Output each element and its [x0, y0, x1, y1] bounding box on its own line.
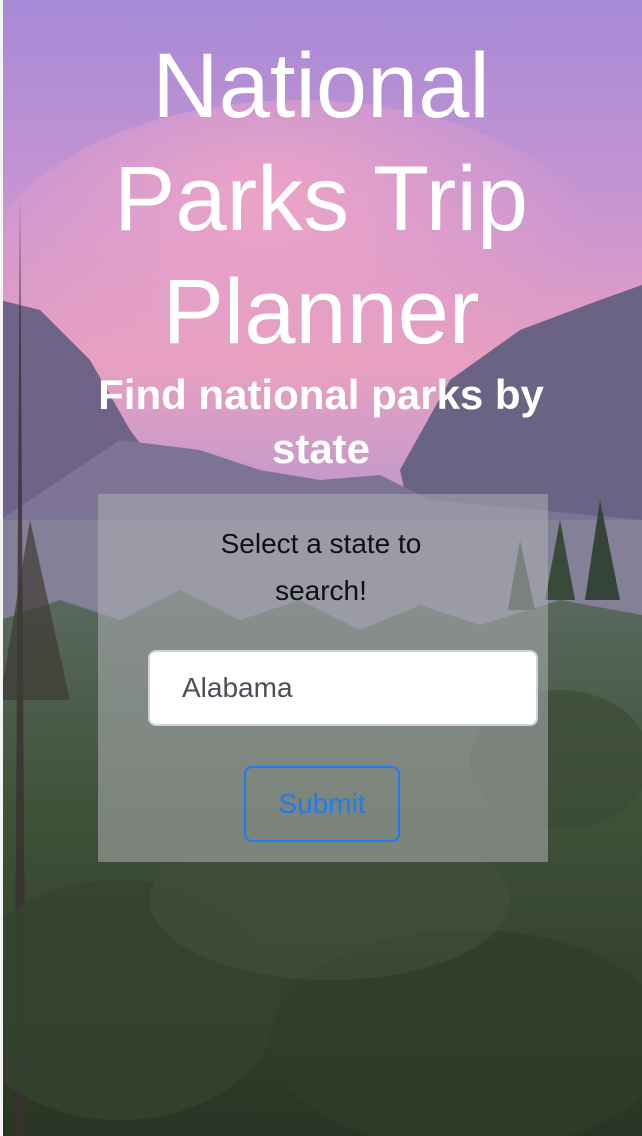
page-title: National Parks Trip Planner [0, 30, 642, 369]
state-select[interactable]: Alabama [148, 650, 538, 726]
page-title-line: Planner [162, 261, 480, 363]
submit-button[interactable]: Submit [244, 766, 400, 842]
search-panel: Select a state to search! Alabama Submit [98, 494, 548, 862]
page-subtitle: Find national parks by state [98, 371, 544, 472]
page-title-line: National [152, 35, 490, 137]
state-select-value: Alabama [182, 672, 293, 703]
search-prompt: Select a state to search! [220, 528, 422, 606]
page-title-line: Parks Trip [113, 148, 529, 250]
